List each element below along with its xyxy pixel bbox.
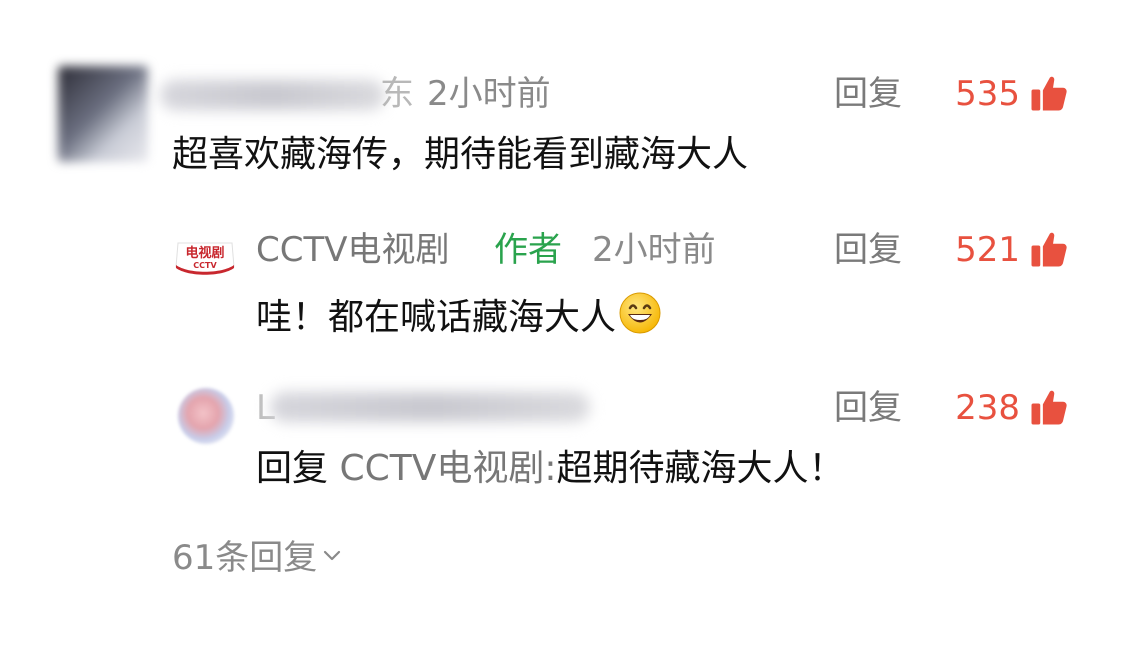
comment-text: 哇！都在喊话藏海大人 xyxy=(256,291,662,340)
thumbs-up-icon[interactable] xyxy=(1028,228,1070,270)
username-blurred xyxy=(160,80,385,110)
more-replies-link[interactable]: 61条回复 xyxy=(172,536,343,580)
comment-text-content: 哇！都在喊话藏海大人 xyxy=(256,297,617,338)
username[interactable]: 东 xyxy=(380,74,414,114)
avatar[interactable]: 电视剧 CCTV xyxy=(172,237,238,277)
author-badge: 作者 xyxy=(494,230,562,270)
avatar-text-top: 电视剧 xyxy=(185,245,224,261)
like-count: 238 xyxy=(955,388,1020,428)
username-blurred xyxy=(270,392,590,422)
grinning-face-icon xyxy=(619,292,661,334)
avatar[interactable] xyxy=(58,66,148,162)
avatar-text-bottom: CCTV xyxy=(193,261,217,270)
reply-button[interactable]: 回复 xyxy=(834,74,902,114)
reply-target-name[interactable]: CCTV电视剧: xyxy=(339,448,556,489)
thumbs-up-icon[interactable] xyxy=(1028,386,1070,428)
comment-text: 回复 CCTV电视剧:超期待藏海大人！ xyxy=(256,447,845,491)
comment-text: 超喜欢藏海传，期待能看到藏海大人 xyxy=(172,134,749,175)
more-replies-label: 61条回复 xyxy=(172,538,318,578)
comment-time: 2小时前 xyxy=(592,230,716,270)
avatar[interactable] xyxy=(178,388,234,444)
comment-text-content: 超期待藏海大人！ xyxy=(556,448,845,489)
like-count: 535 xyxy=(955,74,1020,114)
username[interactable]: CCTV电视剧 xyxy=(256,230,450,270)
reply-button[interactable]: 回复 xyxy=(834,230,902,270)
reply-button[interactable]: 回复 xyxy=(834,388,902,428)
reply-prefix: 回复 xyxy=(256,448,329,489)
chevron-down-icon xyxy=(324,550,341,561)
thumbs-up-icon[interactable] xyxy=(1028,72,1070,114)
comment-time: 2小时前 xyxy=(427,74,551,114)
like-count: 521 xyxy=(955,230,1020,270)
